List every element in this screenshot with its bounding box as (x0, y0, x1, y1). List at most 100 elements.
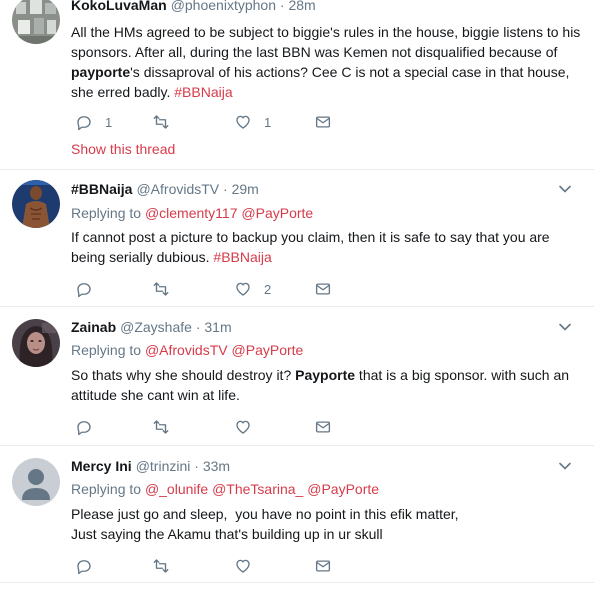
avatar-image (12, 0, 60, 44)
like-button[interactable]: 2 (234, 280, 271, 298)
direct-message-button[interactable] (314, 113, 332, 131)
tweet-timestamp[interactable]: 28m (288, 0, 315, 13)
tweet-timestamp[interactable]: 33m (203, 458, 230, 474)
replying-to: Replying to @AfrovidsTV @PayPorte (71, 341, 584, 359)
heart-icon (236, 115, 250, 129)
tweet-timestamp[interactable]: 29m (232, 181, 259, 197)
tweet-header: Mercy Ini @trinzini · 33m (71, 457, 584, 475)
reply-count: 1 (105, 114, 113, 130)
user-fullname[interactable]: Zainab (71, 319, 116, 335)
tweet[interactable]: KokoLuvaMan @phoenixtyphon · 28m All the … (0, 0, 594, 170)
tweet-text: All the HMs agreed to be subject to bigg… (71, 22, 584, 102)
retweet-button[interactable] (152, 557, 182, 575)
avatar-image (12, 319, 60, 367)
retweet-button[interactable] (152, 113, 182, 131)
avatar[interactable] (12, 180, 60, 228)
avatar-image (12, 180, 60, 228)
reply-icon (77, 560, 91, 575)
retweet-icon (153, 559, 169, 573)
direct-message-button[interactable] (314, 557, 332, 575)
chevron-down-icon[interactable] (558, 320, 572, 334)
replying-to-label: Replying to (71, 481, 142, 497)
avatar[interactable] (12, 0, 60, 44)
tweet-text-line: Just saying the Akamu that's building up… (71, 526, 383, 542)
reply-button[interactable] (75, 280, 105, 298)
replying-to-label: Replying to (71, 205, 142, 221)
retweet-button[interactable] (152, 280, 182, 298)
like-count: 2 (264, 281, 272, 297)
envelope-icon (315, 421, 331, 433)
highlighted-keyword: Payporte (295, 367, 356, 383)
heart-icon (236, 559, 250, 573)
replying-to-label: Replying to (71, 342, 142, 358)
retweet-icon (153, 420, 169, 434)
like-button[interactable] (234, 557, 264, 575)
tweet-text-line: Please just go and sleep, you have no po… (71, 506, 459, 522)
direct-message-button[interactable] (314, 418, 332, 436)
replying-to: Replying to @clementy117 @PayPorte (71, 204, 584, 222)
tweet-text: So thats why she should destroy it? Payp… (71, 365, 584, 405)
reply-icon (77, 116, 91, 131)
envelope-icon (315, 560, 331, 572)
hashtag-link[interactable]: #BBNaija (174, 84, 232, 100)
user-fullname[interactable]: Mercy Ini (71, 458, 132, 474)
hashtag-link[interactable]: #BBNaija (213, 249, 271, 265)
mention-link[interactable]: @_olunife (145, 481, 208, 497)
reply-icon (77, 283, 91, 298)
tweet[interactable]: Zainab @Zayshafe · 31m Replying to @Afrov… (0, 307, 594, 446)
avatar[interactable] (12, 458, 60, 506)
tweet-text-segment: 's dissaproval of his actions? Cee C is … (71, 64, 570, 100)
heart-icon (236, 420, 250, 434)
user-handle[interactable]: @phoenixtyphon (171, 0, 276, 13)
mention-link[interactable]: @TheTsarina_ (212, 481, 303, 497)
chevron-down-icon[interactable] (558, 459, 572, 473)
like-count: 1 (264, 114, 272, 130)
heart-icon (236, 282, 250, 296)
avatar[interactable] (12, 319, 60, 367)
retweet-icon (153, 115, 169, 129)
highlighted-keyword: payporte (71, 64, 131, 80)
tweet-text-segment: If cannot post a picture to backup you c… (71, 229, 550, 265)
envelope-icon (315, 116, 331, 128)
like-button[interactable] (234, 418, 264, 436)
chevron-down-icon[interactable] (558, 182, 572, 196)
user-handle[interactable]: @Zayshafe (120, 319, 192, 335)
mention-link[interactable]: @PayPorte (232, 342, 304, 358)
reply-button[interactable] (75, 557, 105, 575)
retweet-button[interactable] (152, 418, 182, 436)
envelope-icon (315, 283, 331, 295)
user-handle[interactable]: @AfrovidsTV (136, 181, 219, 197)
tweet-header: #BBNaija @AfrovidsTV · 29m (71, 180, 584, 198)
separator-dot: · (219, 181, 232, 197)
user-handle[interactable]: @trinzini (136, 458, 191, 474)
mention-link[interactable]: @clementy117 (145, 205, 238, 221)
mention-link[interactable]: @PayPorte (241, 205, 313, 221)
replying-to: Replying to @_olunife @TheTsarina_ @PayP… (71, 480, 584, 498)
tweet-header: KokoLuvaMan @phoenixtyphon · 28m (71, 0, 584, 14)
tweet-actions (71, 418, 584, 438)
mention-link[interactable]: @PayPorte (307, 481, 379, 497)
separator-dot: · (190, 458, 203, 474)
like-button[interactable]: 1 (234, 113, 271, 131)
mention-link[interactable]: @AfrovidsTV (145, 342, 228, 358)
tweet-actions: 1 1 (71, 113, 584, 133)
tweet[interactable]: #BBNaija @AfrovidsTV · 29m Replying to @c… (0, 170, 594, 307)
tweet-text-segment: All the HMs agreed to be subject to bigg… (71, 24, 581, 60)
tweet-actions (71, 557, 584, 577)
reply-icon (77, 421, 91, 436)
direct-message-button[interactable] (314, 280, 332, 298)
tweet[interactable]: Mercy Ini @trinzini · 33m Replying to @_o… (0, 446, 594, 583)
separator-dot: · (275, 0, 289, 13)
tweet-text: Please just go and sleep, you have no po… (71, 504, 584, 544)
retweet-icon (153, 282, 169, 296)
reply-button[interactable] (75, 418, 105, 436)
tweet-actions: 2 (71, 280, 584, 300)
tweet-timestamp[interactable]: 31m (204, 319, 231, 335)
reply-button[interactable]: 1 (75, 113, 112, 131)
tweet-text: If cannot post a picture to backup you c… (71, 227, 584, 267)
separator-dot: · (191, 319, 205, 335)
show-thread-link[interactable]: Show this thread (71, 141, 175, 157)
user-fullname[interactable]: #BBNaija (71, 181, 132, 197)
default-avatar-icon (12, 458, 60, 506)
user-fullname[interactable]: KokoLuvaMan (71, 0, 167, 13)
